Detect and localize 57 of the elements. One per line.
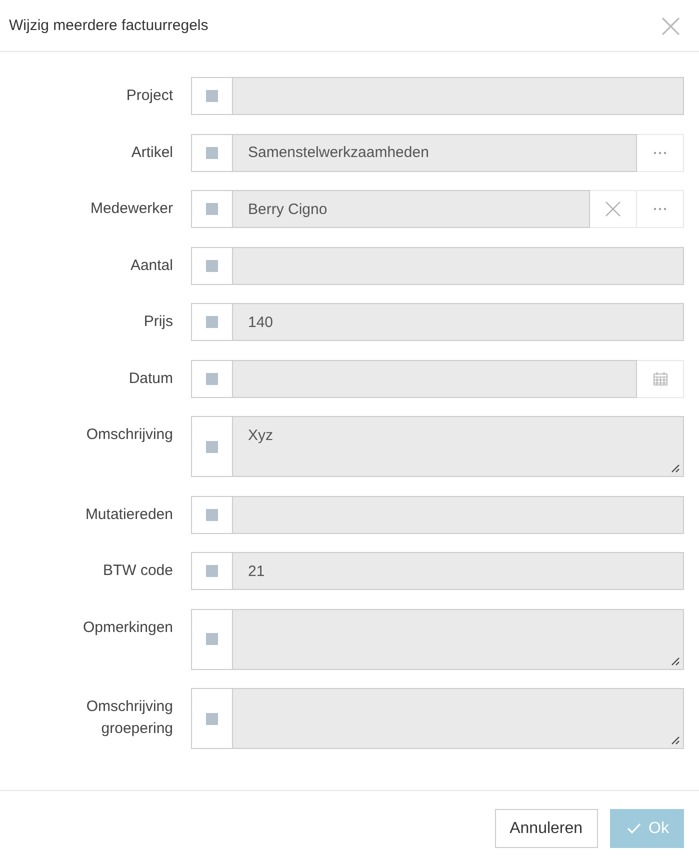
cancel-button[interactable]: Annuleren [494,809,598,848]
toggle-button[interactable] [191,77,232,115]
square-icon [206,203,218,215]
field-label: Artikel [130,142,173,162]
toggle-button[interactable] [191,496,232,534]
field-label: Mutatiereden [84,504,173,524]
toggle-button[interactable] [191,303,232,341]
ellipsis-icon [653,150,667,154]
square-icon [206,90,218,102]
square-icon [206,440,218,452]
input-field[interactable] [232,496,684,534]
field-label: Datum [128,368,173,388]
input-field[interactable]: Berry Cigno [232,190,590,228]
field-label: Medewerker [89,199,173,219]
field-label: Aantal [129,256,173,276]
resize-grip-icon[interactable] [671,656,680,666]
close-icon [605,201,621,217]
square-icon [206,565,218,577]
dialog-title: Wijzig meerdere factuurregels [9,17,208,34]
checkmark-icon [626,823,641,834]
resize-grip-icon[interactable] [671,736,680,745]
toggle-button[interactable] [191,360,232,398]
field-label: Omschrijving [85,425,173,445]
square-icon [206,508,218,520]
toggle-button[interactable] [191,134,232,172]
field-label: Project [125,86,173,106]
input-field[interactable] [232,246,684,284]
toggle-button[interactable] [191,688,232,749]
more-button[interactable] [637,190,684,228]
field-label: Opmerkingen [82,618,173,638]
input-field[interactable]: 21 [232,552,684,590]
toggle-button[interactable] [191,246,232,284]
input-field[interactable]: 140 [232,303,684,341]
text-area[interactable]: Xyz [232,416,684,477]
resize-grip-icon[interactable] [671,464,680,473]
calendar-button[interactable] [637,360,684,398]
square-icon [206,260,218,272]
square-icon [206,633,218,645]
field-label: BTW code [102,561,173,581]
ellipsis-icon [653,207,667,211]
input-field[interactable] [232,360,637,398]
clear-button[interactable] [590,190,637,228]
toggle-button[interactable] [191,608,232,670]
square-icon [206,146,218,158]
field-value: Xyz [248,427,274,444]
toggle-button[interactable] [191,552,232,590]
input-field[interactable]: Samenstelwerkzaamheden [232,134,637,172]
more-button[interactable] [637,134,684,172]
toggle-button[interactable] [191,416,232,477]
field-label: Prijs [142,312,173,332]
square-icon [206,712,218,724]
field-label: Omschrijving groepering [85,697,173,739]
toggle-button[interactable] [191,190,232,228]
input-field[interactable] [232,77,684,115]
square-icon [206,316,218,328]
square-icon [206,372,218,384]
calendar-icon [652,371,668,386]
